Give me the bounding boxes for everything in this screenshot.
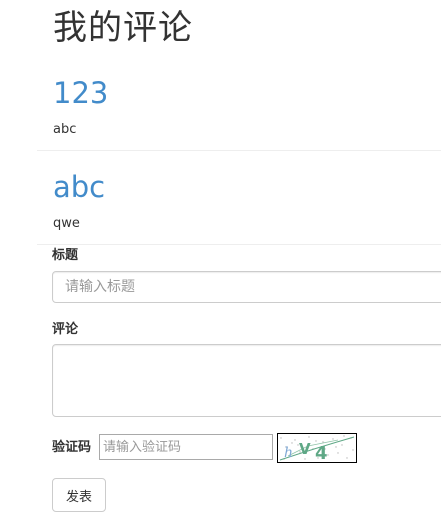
comment-body: qwe <box>53 216 80 231</box>
title-label: 标题 <box>52 248 79 263</box>
comment-textarea[interactable] <box>52 344 441 417</box>
comment-body: abc <box>53 122 77 137</box>
captcha-label: 验证码 <box>52 440 92 455</box>
comments-page: 我的评论 123 abc abc qwe 标题 评论 验证码 h V <box>0 0 441 517</box>
divider <box>37 244 441 245</box>
comment-label: 评论 <box>52 322 79 337</box>
comment-title[interactable]: abc <box>53 169 105 205</box>
captcha-char: h <box>284 445 293 461</box>
submit-button[interactable]: 发表 <box>52 478 106 512</box>
comment-title[interactable]: 123 <box>53 75 108 111</box>
captcha-image-graphic: h V 4 <box>279 435 355 464</box>
captcha-char: 4 <box>315 443 328 462</box>
title-input[interactable] <box>52 271 441 303</box>
captcha-char: V <box>299 440 311 458</box>
divider <box>37 150 441 151</box>
page-title: 我的评论 <box>53 8 193 48</box>
captcha-image[interactable]: h V 4 <box>277 433 357 464</box>
captcha-input[interactable] <box>99 434 273 460</box>
